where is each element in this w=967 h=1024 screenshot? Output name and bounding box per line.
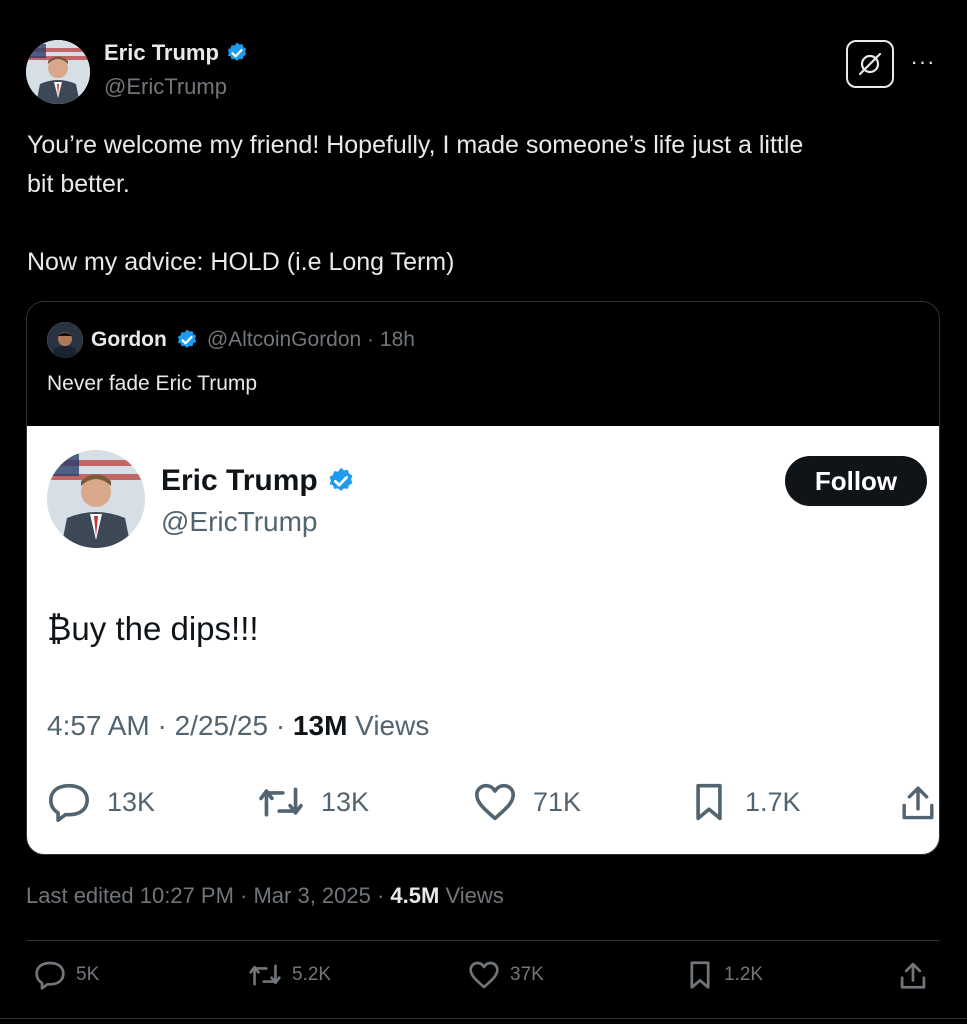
embedded-tweet-image[interactable]: Eric Trump @EricTrump Follow ₿uy the dip… xyxy=(27,426,939,854)
embed-author-handle: @EricTrump xyxy=(161,506,318,537)
bookmark-icon xyxy=(690,961,710,989)
tweet-text-line-3: Now my advice: HOLD (i.e Long Term) xyxy=(27,248,455,276)
views-label: Views xyxy=(439,883,504,908)
last-edited-meta: Last edited 10:27 PM · Mar 3, 2025 · 4.5… xyxy=(26,883,504,909)
embed-views-count: 13M xyxy=(292,710,348,741)
bottom-divider xyxy=(0,1018,967,1019)
repost-button[interactable]: 5.2K xyxy=(248,960,331,990)
bookmark-button[interactable]: 1.2K xyxy=(686,960,763,990)
grok-icon xyxy=(858,52,882,76)
heart-icon xyxy=(475,783,516,821)
embed-bookmark-count: 1.7K xyxy=(745,786,801,817)
embed-share-action xyxy=(899,782,937,822)
embed-author-avatar xyxy=(47,450,145,548)
last-edited-text[interactable]: Last edited 10:27 PM · Mar 3, 2025 · xyxy=(26,883,390,908)
reply-icon xyxy=(35,961,65,990)
reply-count: 5K xyxy=(76,964,100,985)
quote-avatar-image xyxy=(47,322,83,358)
embed-avatar-image xyxy=(47,450,145,548)
embed-reply-action: 13K xyxy=(47,782,155,822)
more-icon[interactable]: ··· xyxy=(908,51,938,73)
quote-text: Never fade Eric Trump xyxy=(47,372,258,395)
bookmark-icon xyxy=(696,783,722,821)
heart-icon xyxy=(469,961,499,989)
embed-repost-action: 13K xyxy=(257,782,369,822)
embed-timestamp: 4:57 AM · 2/25/25 · xyxy=(47,710,293,741)
embed-bookmark-action: 1.7K xyxy=(689,782,801,822)
author-handle[interactable]: @EricTrump xyxy=(104,74,227,100)
quoted-tweet-card[interactable]: Gordon @AltcoinGordon · 18h Never fade E… xyxy=(26,301,940,855)
embed-repost-count: 13K xyxy=(321,786,370,817)
repost-icon xyxy=(249,964,281,986)
embed-like-count: 71K xyxy=(533,786,582,817)
quote-author-name[interactable]: Gordon xyxy=(91,328,167,352)
embed-views-label: Views xyxy=(347,710,430,741)
share-button[interactable] xyxy=(898,960,928,990)
reply-button[interactable]: 5K xyxy=(34,960,99,990)
verified-badge-icon xyxy=(329,467,353,491)
embed-reply-count: 13K xyxy=(107,786,156,817)
tweet-text-line-2: bit better. xyxy=(27,170,130,198)
tweet-text-line-1: You’re welcome my friend! Hopefully, I m… xyxy=(27,131,804,159)
quote-handle-time[interactable]: @AltcoinGordon · 18h xyxy=(207,328,415,352)
avatar-image xyxy=(26,40,90,104)
embed-author-name: Eric Trump xyxy=(161,464,356,498)
reply-icon xyxy=(48,783,89,822)
quote-author-avatar[interactable] xyxy=(47,322,83,358)
author-avatar[interactable] xyxy=(26,40,90,104)
divider xyxy=(26,940,940,941)
repost-count: 5.2K xyxy=(292,964,332,985)
bookmark-count: 1.2K xyxy=(724,964,764,985)
verified-badge-icon xyxy=(227,42,247,61)
verified-badge-icon xyxy=(177,329,196,348)
like-button[interactable]: 37K xyxy=(468,960,544,990)
quote-header: Gordon @AltcoinGordon · 18h xyxy=(47,322,415,358)
share-icon xyxy=(900,962,926,989)
repost-icon xyxy=(259,787,303,817)
follow-button: Follow xyxy=(785,456,927,506)
embed-like-action: 71K xyxy=(473,782,581,822)
views-count: 4.5M xyxy=(390,883,440,908)
author-name-text[interactable]: Eric Trump xyxy=(104,40,219,66)
author-name[interactable]: Eric Trump xyxy=(104,40,249,66)
embed-tweet-text: ₿uy the dips!!! xyxy=(47,610,259,647)
grok-button[interactable] xyxy=(846,40,894,88)
share-icon xyxy=(902,786,934,820)
like-count: 37K xyxy=(510,964,544,985)
embed-author-name-text: Eric Trump xyxy=(161,464,318,497)
embed-tweet-meta: 4:57 AM · 2/25/25 · 13M Views xyxy=(47,710,429,742)
